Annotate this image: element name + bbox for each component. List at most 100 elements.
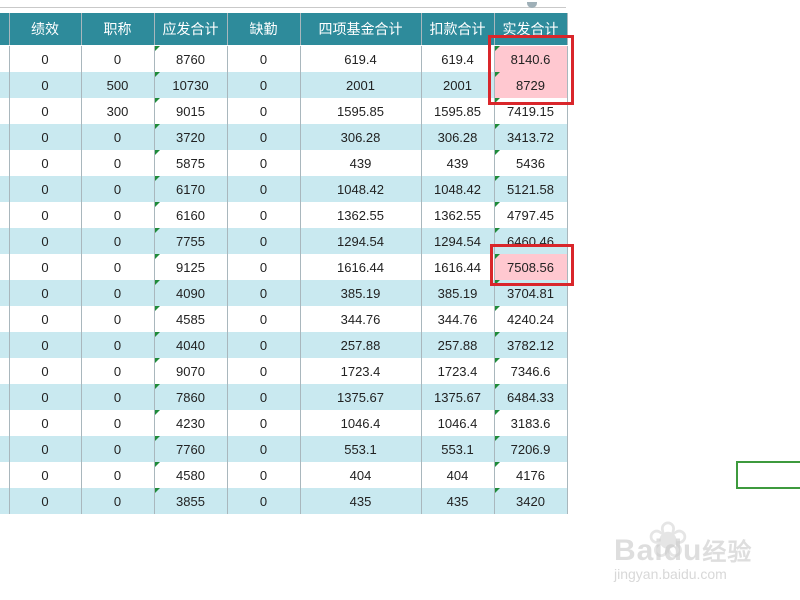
- table-cell[interactable]: 0: [9, 462, 82, 488]
- row-stub-cell[interactable]: [0, 332, 10, 358]
- table-cell[interactable]: 1294.54: [300, 228, 422, 254]
- row-stub-cell[interactable]: [0, 410, 10, 436]
- header-cell-stub[interactable]: [0, 13, 10, 46]
- table-cell[interactable]: 344.76: [300, 306, 422, 332]
- table-cell[interactable]: 553.1: [421, 436, 495, 462]
- table-cell[interactable]: 0: [227, 124, 301, 150]
- table-cell[interactable]: 385.19: [300, 280, 422, 306]
- table-cell[interactable]: 5875: [154, 150, 228, 176]
- table-cell[interactable]: 0: [227, 202, 301, 228]
- table-cell[interactable]: 257.88: [300, 332, 422, 358]
- table-cell[interactable]: 0: [227, 280, 301, 306]
- table-cell[interactable]: 306.28: [421, 124, 495, 150]
- table-cell[interactable]: 439: [421, 150, 495, 176]
- column-header[interactable]: 职称: [81, 13, 155, 46]
- row-stub-cell[interactable]: [0, 358, 10, 384]
- table-cell[interactable]: 4797.45: [494, 202, 568, 228]
- table-cell[interactable]: 1362.55: [300, 202, 422, 228]
- table-cell[interactable]: 3855: [154, 488, 228, 514]
- row-stub-cell[interactable]: [0, 150, 10, 176]
- column-header[interactable]: 扣款合计: [421, 13, 495, 46]
- table-cell[interactable]: 435: [421, 488, 495, 514]
- row-stub-cell[interactable]: [0, 488, 10, 514]
- table-cell[interactable]: 0: [227, 462, 301, 488]
- column-header[interactable]: 四项基金合计: [300, 13, 422, 46]
- row-stub-cell[interactable]: [0, 306, 10, 332]
- table-cell[interactable]: 0: [81, 436, 155, 462]
- table-cell[interactable]: 0: [9, 358, 82, 384]
- table-cell[interactable]: 0: [227, 332, 301, 358]
- table-cell[interactable]: 3413.72: [494, 124, 568, 150]
- column-header[interactable]: 缺勤: [227, 13, 301, 46]
- table-cell[interactable]: 0: [9, 72, 82, 98]
- table-cell[interactable]: 1294.54: [421, 228, 495, 254]
- table-cell[interactable]: 0: [9, 436, 82, 462]
- table-cell[interactable]: 0: [227, 436, 301, 462]
- row-stub-cell[interactable]: [0, 176, 10, 202]
- table-cell[interactable]: 0: [227, 410, 301, 436]
- column-header[interactable]: 绩效: [9, 13, 82, 46]
- table-cell[interactable]: 0: [227, 358, 301, 384]
- table-cell[interactable]: 0: [9, 254, 82, 280]
- table-cell[interactable]: 0: [9, 228, 82, 254]
- row-stub-cell[interactable]: [0, 462, 10, 488]
- table-cell[interactable]: 0: [81, 306, 155, 332]
- table-cell[interactable]: 1723.4: [421, 358, 495, 384]
- table-cell[interactable]: 0: [81, 124, 155, 150]
- selected-cell[interactable]: [736, 461, 800, 489]
- table-cell[interactable]: 3782.12: [494, 332, 568, 358]
- table-cell[interactable]: 0: [81, 462, 155, 488]
- table-cell[interactable]: 5121.58: [494, 176, 568, 202]
- row-stub-cell[interactable]: [0, 436, 10, 462]
- table-cell[interactable]: 0: [81, 176, 155, 202]
- table-cell[interactable]: 619.4: [300, 45, 422, 72]
- table-cell[interactable]: 257.88: [421, 332, 495, 358]
- table-cell[interactable]: 435: [300, 488, 422, 514]
- table-cell[interactable]: 9015: [154, 98, 228, 124]
- table-cell[interactable]: 0: [227, 306, 301, 332]
- table-cell[interactable]: 0: [9, 306, 82, 332]
- table-cell[interactable]: 0: [9, 410, 82, 436]
- table-cell[interactable]: 1616.44: [421, 254, 495, 280]
- table-cell[interactable]: 8760: [154, 45, 228, 72]
- table-cell[interactable]: 10730: [154, 72, 228, 98]
- table-cell[interactable]: 0: [227, 150, 301, 176]
- table-cell[interactable]: 4090: [154, 280, 228, 306]
- table-cell[interactable]: 0: [81, 45, 155, 72]
- table-cell[interactable]: 0: [9, 150, 82, 176]
- table-cell[interactable]: 0: [227, 72, 301, 98]
- row-stub-cell[interactable]: [0, 254, 10, 280]
- table-cell[interactable]: 0: [9, 332, 82, 358]
- table-cell[interactable]: 0: [227, 488, 301, 514]
- table-cell[interactable]: 1723.4: [300, 358, 422, 384]
- row-stub-cell[interactable]: [0, 45, 10, 72]
- table-cell[interactable]: 0: [9, 384, 82, 410]
- table-cell[interactable]: 1048.42: [421, 176, 495, 202]
- table-cell[interactable]: 500: [81, 72, 155, 98]
- table-cell[interactable]: 0: [9, 488, 82, 514]
- table-cell[interactable]: 2001: [421, 72, 495, 98]
- table-cell[interactable]: 9070: [154, 358, 228, 384]
- table-cell[interactable]: 6484.33: [494, 384, 568, 410]
- table-cell[interactable]: 4040: [154, 332, 228, 358]
- table-cell[interactable]: 3420: [494, 488, 568, 514]
- table-cell[interactable]: 344.76: [421, 306, 495, 332]
- table-cell[interactable]: 0: [81, 254, 155, 280]
- row-stub-cell[interactable]: [0, 124, 10, 150]
- table-cell[interactable]: 6170: [154, 176, 228, 202]
- row-stub-cell[interactable]: [0, 228, 10, 254]
- table-cell[interactable]: 6160: [154, 202, 228, 228]
- table-cell[interactable]: 619.4: [421, 45, 495, 72]
- column-header[interactable]: 应发合计: [154, 13, 228, 46]
- table-cell[interactable]: 0: [9, 124, 82, 150]
- table-cell[interactable]: 300: [81, 98, 155, 124]
- table-cell[interactable]: 1046.4: [421, 410, 495, 436]
- table-cell[interactable]: 0: [9, 45, 82, 72]
- table-cell[interactable]: 1616.44: [300, 254, 422, 280]
- table-cell[interactable]: 4176: [494, 462, 568, 488]
- row-stub-cell[interactable]: [0, 384, 10, 410]
- table-cell[interactable]: 1595.85: [300, 98, 422, 124]
- table-cell[interactable]: 306.28: [300, 124, 422, 150]
- table-cell[interactable]: 0: [227, 384, 301, 410]
- table-cell[interactable]: 1375.67: [300, 384, 422, 410]
